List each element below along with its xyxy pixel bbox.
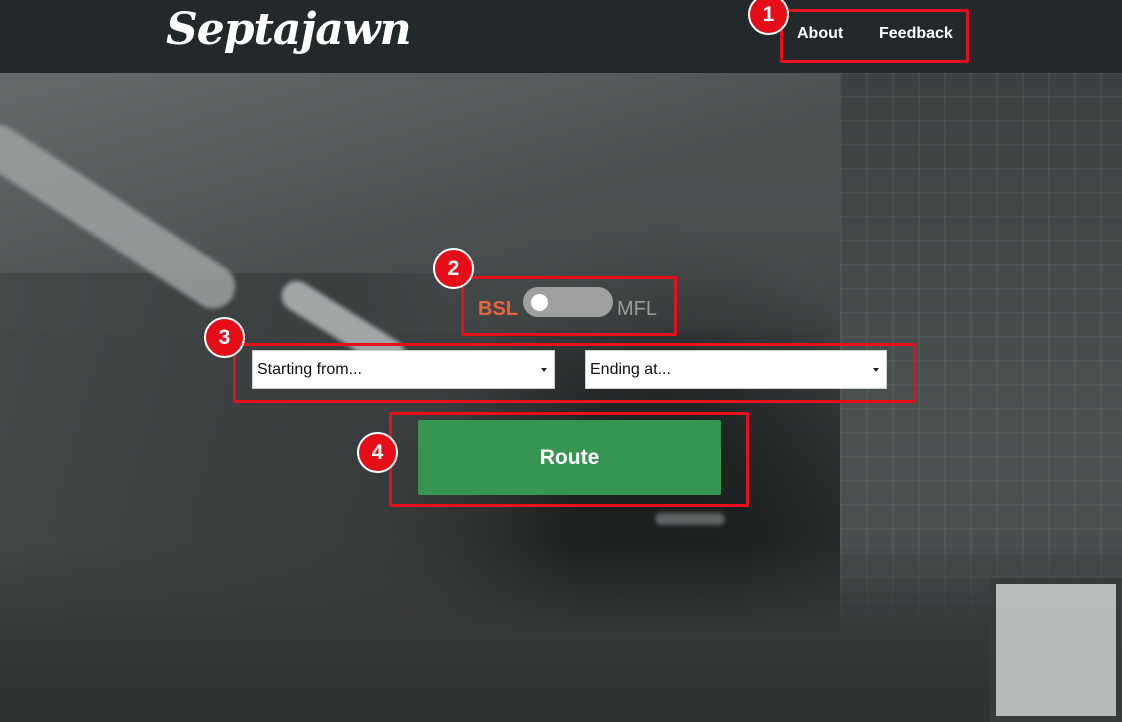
annotation-badge-4: 4 xyxy=(357,432,398,473)
annotation-badge-3: 3 xyxy=(204,317,245,358)
annotation-box-nav xyxy=(780,9,969,63)
annotation-box-toggle xyxy=(461,276,677,336)
annotation-box-route xyxy=(389,412,749,507)
bg-distant-light xyxy=(655,513,725,525)
annotation-badge-2: 2 xyxy=(433,248,474,289)
logo[interactable]: Septajawn xyxy=(166,2,412,58)
annotation-box-selects xyxy=(233,343,916,403)
bg-floor xyxy=(0,543,1122,722)
bg-door xyxy=(990,578,1122,722)
